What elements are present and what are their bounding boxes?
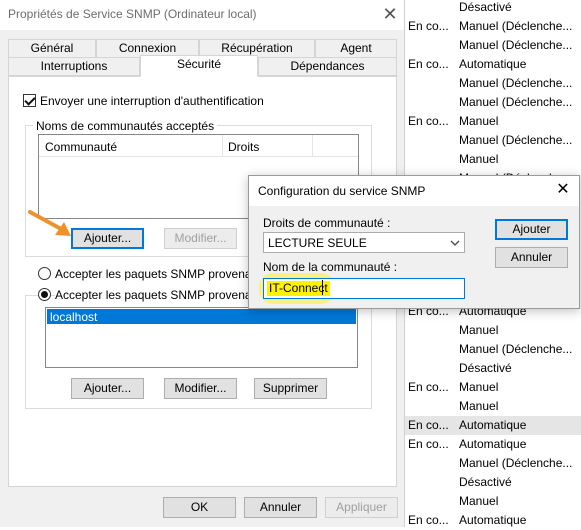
ok-button[interactable]: OK: [163, 497, 236, 518]
list-item[interactable]: En co... Manuel: [404, 378, 581, 397]
col-community-header[interactable]: Communauté: [45, 140, 117, 154]
list-item[interactable]: En co... Automatique: [404, 435, 581, 454]
accept-listed-hosts-label: Accepter les paquets SNMP provenant d: [55, 288, 274, 302]
delete-host-button[interactable]: Supprimer: [254, 378, 327, 399]
service-startup-type: Manuel (Déclenche...: [459, 133, 573, 147]
dialog-titlebar: Configuration du service SNMP ✕: [249, 176, 579, 206]
list-item[interactable]: Manuel (Déclenche...: [404, 36, 581, 55]
close-icon[interactable]: ✕: [553, 180, 573, 200]
service-status: En co...: [408, 57, 449, 71]
communities-group-label: Noms de communautés acceptés: [33, 119, 218, 133]
service-startup-type: Désactivé: [459, 361, 512, 375]
col-rights-header[interactable]: Droits: [228, 140, 259, 154]
annotation-arrow-icon: [28, 210, 71, 236]
list-item[interactable]: Manuel (Déclenche...: [404, 454, 581, 473]
cancel-button[interactable]: Annuler: [244, 497, 317, 518]
service-startup-type: Manuel: [459, 380, 499, 394]
tab-general[interactable]: Général: [8, 39, 96, 58]
accept-any-host-label: Accepter les paquets SNMP provenant d: [55, 267, 272, 281]
service-startup-type: Manuel (Déclenche...: [459, 76, 573, 90]
list-item[interactable]: Manuel: [404, 321, 581, 340]
hosts-list[interactable]: localhost: [45, 307, 358, 368]
list-item[interactable]: En co... Automatique: [404, 511, 581, 530]
service-status: En co...: [408, 380, 449, 394]
service-startup-type: Manuel: [459, 323, 499, 337]
service-startup-type: Manuel: [459, 399, 499, 413]
list-item[interactable]: Manuel (Déclenche...: [404, 340, 581, 359]
column-divider: [312, 135, 313, 157]
rights-dropdown[interactable]: LECTURE SEULE: [263, 232, 465, 253]
send-trap-checkbox[interactable]: [23, 94, 36, 107]
properties-title: Propriétés de Service SNMP (Ordinateur l…: [8, 7, 257, 21]
list-item[interactable]: Désactivé: [404, 0, 581, 17]
service-status: En co...: [408, 418, 449, 432]
dialog-add-button[interactable]: Ajouter: [495, 219, 568, 240]
list-item[interactable]: Manuel (Déclenche...: [404, 93, 581, 112]
column-divider: [222, 135, 223, 157]
list-item[interactable]: En co... Manuel (Déclenche...: [404, 17, 581, 36]
modify-host-button[interactable]: Modifier...: [164, 378, 237, 399]
service-startup-type: Automatique: [459, 513, 527, 527]
list-item[interactable]: Désactivé: [404, 359, 581, 378]
rights-label: Droits de communauté :: [263, 216, 391, 230]
service-startup-type: Manuel: [459, 494, 499, 508]
tab-interruptions[interactable]: Interruptions: [8, 57, 140, 76]
list-item[interactable]: Manuel: [404, 150, 581, 169]
tab-agent[interactable]: Agent: [315, 39, 397, 58]
service-status: En co...: [408, 114, 449, 128]
service-startup-type: Désactivé: [459, 0, 512, 14]
list-item[interactable]: En co... Manuel: [404, 112, 581, 131]
list-item[interactable]: En co... Automatique: [404, 55, 581, 74]
rights-value: LECTURE SEULE: [268, 236, 367, 250]
list-item[interactable]: Manuel (Déclenche...: [404, 131, 581, 150]
community-name-input[interactable]: IT-Connect: [263, 278, 465, 299]
service-startup-type: Automatique: [459, 57, 527, 71]
host-localhost: localhost: [50, 310, 98, 324]
service-startup-type: Automatique: [459, 437, 527, 451]
send-trap-label: Envoyer une interruption d'authentificat…: [40, 94, 264, 108]
tab-dependances[interactable]: Dépendances: [258, 57, 397, 76]
accept-listed-hosts-radio[interactable]: [38, 288, 51, 301]
service-startup-type: Manuel (Déclenche...: [459, 38, 573, 52]
accept-any-host-radio[interactable]: [38, 267, 51, 280]
chevron-down-icon: [450, 240, 460, 246]
list-item[interactable]: Manuel: [404, 492, 581, 511]
dialog-title: Configuration du service SNMP: [258, 184, 426, 198]
service-status: En co...: [408, 513, 449, 527]
close-icon[interactable]: ✕: [380, 3, 400, 25]
service-startup-type: Manuel (Déclenche...: [459, 456, 573, 470]
add-host-button[interactable]: Ajouter...: [71, 378, 144, 399]
list-item[interactable]: Désactivé: [404, 473, 581, 492]
service-status: En co...: [408, 19, 449, 33]
list-item[interactable]: Manuel: [404, 397, 581, 416]
community-name-value: IT-Connect: [267, 281, 330, 296]
service-startup-type: Automatique: [459, 418, 527, 432]
service-startup-type: Manuel (Déclenche...: [459, 342, 573, 356]
dialog-cancel-button[interactable]: Annuler: [495, 247, 568, 268]
community-name-label: Nom de la communauté :: [263, 260, 398, 274]
add-community-button[interactable]: Ajouter...: [71, 228, 144, 249]
service-startup-type: Manuel: [459, 152, 499, 166]
service-startup-type: Manuel (Déclenche...: [459, 95, 573, 109]
list-item[interactable]: En co... Automatique: [404, 416, 581, 435]
text-caret: [322, 280, 323, 295]
list-item[interactable]: Manuel (Déclenche...: [404, 74, 581, 93]
service-startup-type: Manuel: [459, 114, 499, 128]
snmp-config-dialog: Configuration du service SNMP ✕ Droits d…: [248, 175, 580, 309]
service-startup-type: Manuel (Déclenche...: [459, 19, 573, 33]
list-item[interactable]: localhost: [47, 309, 356, 324]
service-status: En co...: [408, 437, 449, 451]
modify-community-button[interactable]: Modifier...: [164, 228, 237, 249]
tab-securite[interactable]: Sécurité: [140, 55, 258, 77]
apply-button[interactable]: Appliquer: [325, 497, 398, 518]
service-startup-type: Désactivé: [459, 475, 512, 489]
properties-titlebar: Propriétés de Service SNMP (Ordinateur l…: [0, 0, 404, 30]
